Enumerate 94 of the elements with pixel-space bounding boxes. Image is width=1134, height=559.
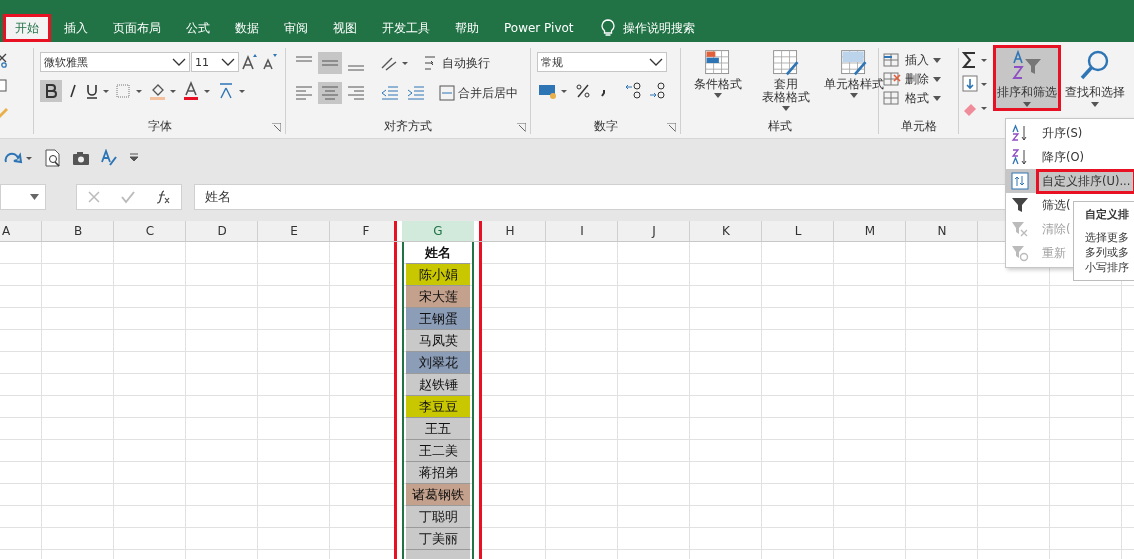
table-cell: 诸葛钢铁 (406, 484, 470, 506)
insert-cells-icon (883, 52, 901, 68)
wrap-text-button[interactable]: 自动换行 (442, 55, 490, 71)
dropdown-arrow-icon (933, 76, 941, 82)
cells-button[interactable]: 插入 (883, 52, 941, 68)
font-name-dropdown[interactable]: 微软雅黑 (40, 52, 190, 72)
table-cell: 陈小娟 (406, 264, 470, 286)
scissors-icon[interactable] (0, 52, 8, 68)
camera-icon[interactable] (72, 150, 90, 166)
name-box[interactable] (0, 184, 46, 210)
style-button[interactable]: 条件格式 (685, 48, 751, 118)
cell-styles-icon (839, 48, 869, 78)
delete-cells-icon (883, 71, 901, 87)
column-header[interactable]: E (258, 221, 330, 241)
column-header[interactable]: C (114, 221, 186, 241)
reapply-filter-icon (1011, 244, 1029, 262)
format-cells-icon (883, 90, 901, 106)
editing-button[interactable]: 查找和选择 (1063, 45, 1127, 111)
bold-icon[interactable] (40, 80, 62, 102)
table-cell: 刘翠花 (406, 352, 470, 374)
ribbon-tab[interactable]: 公式 (174, 16, 222, 40)
group-label: 样式 (767, 119, 792, 134)
dropdown-arrow-icon (933, 57, 941, 63)
column-header[interactable]: L (762, 221, 834, 241)
merge-center-button[interactable]: 合并后居中 (458, 85, 518, 101)
ribbon-tab[interactable]: 页面布局 (101, 16, 173, 40)
dropdown-arrow-icon (1091, 102, 1099, 107)
shrink-font-icon[interactable] (261, 53, 279, 71)
spelling-icon[interactable] (100, 149, 118, 167)
style-button[interactable]: 套用 表格格式 (753, 48, 819, 118)
cells-button[interactable]: 删除 (883, 71, 941, 87)
column-header[interactable]: I (546, 221, 618, 241)
merge-center-icon (438, 82, 456, 104)
custom-sort-icon (1011, 172, 1029, 190)
dialog-launcher-icon[interactable] (517, 123, 526, 132)
ribbon-tab[interactable]: Power Pivot (492, 16, 586, 40)
column-header[interactable]: A (0, 221, 42, 241)
menu-item[interactable]: 自定义排序(U)... (1006, 169, 1134, 193)
group-label: 字体 (147, 119, 172, 134)
column-header[interactable]: J (618, 221, 690, 241)
column-header[interactable]: F (330, 221, 402, 241)
column-header[interactable]: N (906, 221, 978, 241)
number-format-dropdown[interactable]: 常规 (537, 52, 667, 72)
dropdown-arrow-icon (782, 106, 790, 111)
menu-item[interactable]: 降序(O) (1006, 145, 1134, 169)
group-label: 对齐方式 (384, 119, 432, 134)
print-preview-icon[interactable] (44, 149, 62, 167)
tooltip-text: 选择更多 (1085, 230, 1130, 245)
table-cell: 姓名 (406, 242, 470, 264)
dropdown-arrow-icon (714, 93, 722, 98)
ribbon-tab[interactable]: 审阅 (272, 16, 320, 40)
column-header[interactable]: K (690, 221, 762, 241)
function-icon[interactable] (155, 189, 172, 205)
sort-ascending-icon (1011, 124, 1029, 142)
dropdown-arrow-icon (933, 95, 941, 101)
tell-me-search[interactable]: 操作说明搜索 (622, 19, 695, 37)
group-label: 单元格 (900, 119, 937, 134)
dialog-launcher-icon[interactable] (272, 123, 281, 132)
redo-icon[interactable] (4, 150, 34, 166)
column-header[interactable]: D (186, 221, 258, 241)
font-size-dropdown[interactable]: 11 (191, 52, 239, 72)
column-header[interactable]: B (42, 221, 114, 241)
customize-toolbar-icon[interactable] (128, 153, 140, 163)
table-cell: 李豆豆 (406, 396, 470, 418)
ribbon-tab[interactable]: 插入 (52, 16, 100, 40)
ribbon-tab[interactable]: 开发工具 (370, 16, 442, 40)
column-header[interactable]: H (474, 221, 546, 241)
grow-font-icon[interactable] (241, 53, 259, 71)
filter-icon (1011, 196, 1029, 214)
ribbon-tab[interactable]: 数据 (223, 16, 271, 40)
dropdown-arrow-icon (850, 93, 858, 98)
tooltip-text: 多列或多 (1085, 245, 1130, 260)
tooltip-text: 小写排序 (1085, 260, 1130, 275)
tooltip-title: 自定义排 (1085, 207, 1130, 222)
column-header[interactable]: M (834, 221, 906, 241)
table-format-icon (771, 48, 801, 78)
menu-item[interactable]: 升序(S) (1006, 121, 1134, 145)
table-cell: 王钢蛋 (406, 308, 470, 330)
dropdown-arrow-icon (30, 194, 39, 200)
group-label: 数字 (593, 119, 618, 134)
editing-button[interactable]: 排序和筛选 (993, 45, 1061, 111)
chevron-icon (221, 57, 235, 67)
cells-button[interactable]: 格式 (883, 90, 941, 106)
dropdown-arrow-icon (1023, 102, 1031, 107)
chevron-icon (649, 57, 663, 67)
clear-filter-icon (1011, 220, 1029, 238)
dialog-launcher-icon[interactable] (667, 123, 676, 132)
ribbon-tab[interactable]: 视图 (321, 16, 369, 40)
chevron-icon (172, 57, 186, 67)
sort-descending-icon (1011, 148, 1029, 166)
table-cell: 宋大莲 (406, 286, 470, 308)
ribbon-tab[interactable]: 帮助 (443, 16, 491, 40)
ribbon-tab[interactable]: 开始 (3, 14, 51, 42)
lightbulb-icon (600, 19, 615, 37)
